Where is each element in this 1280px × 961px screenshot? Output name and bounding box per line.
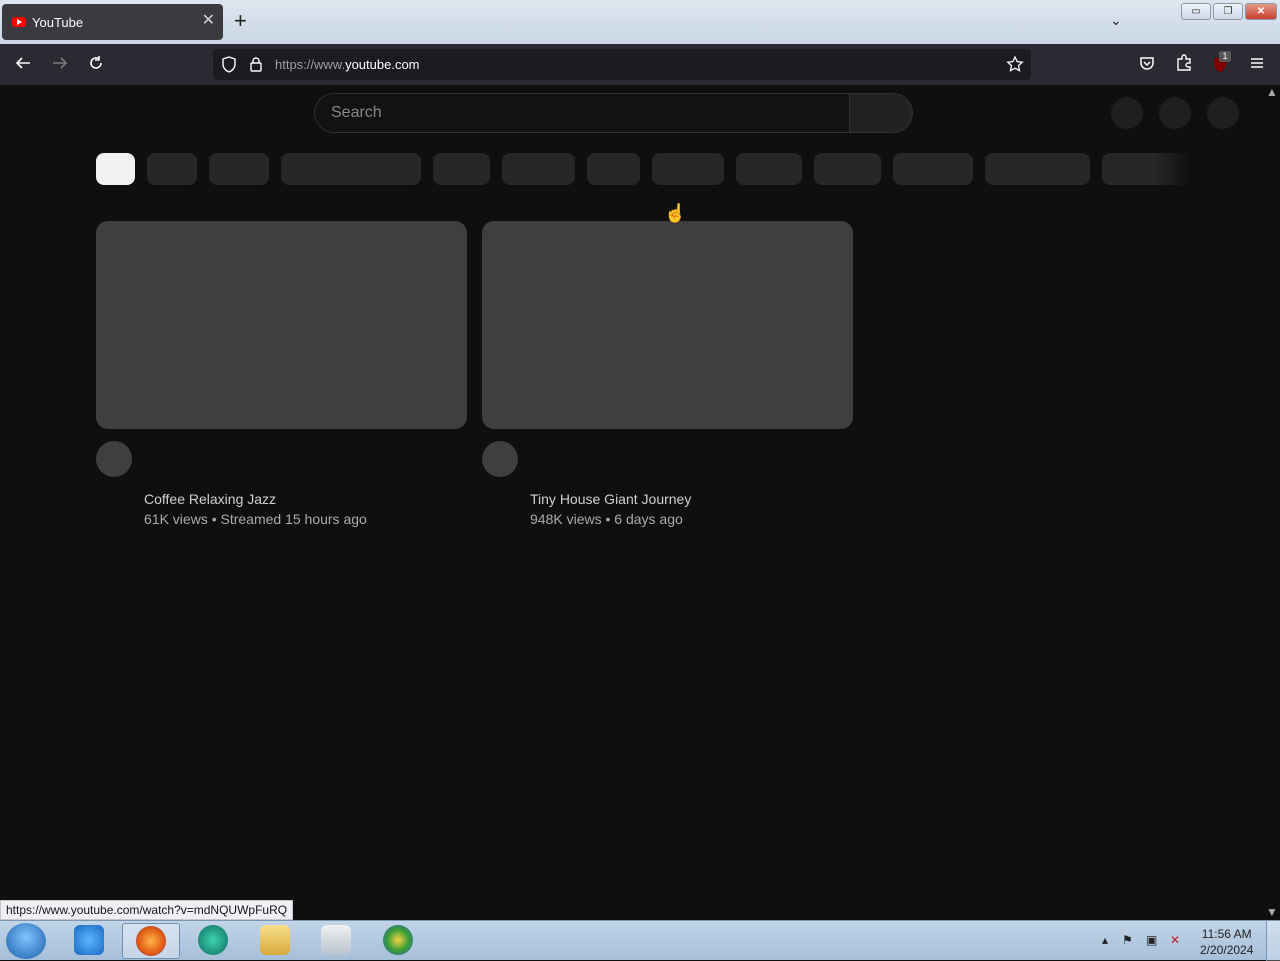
video-meta: 948K views • 6 days ago (530, 511, 683, 527)
close-window-button[interactable]: ✕ (1245, 3, 1277, 20)
link-status-bar: https://www.youtube.com/watch?v=mdNQUWpF… (0, 900, 294, 920)
url-domain: youtube.com (345, 57, 420, 72)
windows-media-center-icon[interactable] (383, 925, 413, 955)
url-text[interactable]: https://www.youtube.com (275, 57, 420, 72)
page-content: Search Coffee Relaxing Jazz 61K views • … (0, 85, 1280, 921)
minimize-button[interactable]: ▭ (1181, 3, 1211, 20)
url-bar[interactable]: https://www.youtube.com (213, 49, 1031, 80)
url-prefix: https://www. (275, 57, 346, 72)
firefox-icon (136, 926, 166, 956)
restore-button[interactable]: ❐ (1213, 3, 1243, 20)
chip[interactable] (652, 153, 724, 185)
volume-muted-icon[interactable]: ✕ (1170, 933, 1180, 947)
tab-close-icon[interactable]: ✕ (202, 13, 215, 29)
ublock-badge: 1 (1219, 51, 1231, 62)
account-avatar-placeholder[interactable] (1207, 97, 1239, 129)
star-icon[interactable] (1006, 55, 1024, 78)
video-title[interactable]: Tiny House Giant Journey (530, 491, 691, 507)
scroll-down-arrow-icon[interactable]: ▼ (1266, 905, 1278, 919)
tab-youtube[interactable]: YouTube ✕ (2, 4, 223, 40)
channel-avatar[interactable] (96, 441, 132, 477)
video-meta: 61K views • Streamed 15 hours ago (144, 511, 367, 527)
action-center-flag-icon[interactable]: ⚑ (1122, 933, 1133, 947)
puzzle-icon[interactable] (1175, 54, 1193, 76)
chip[interactable] (587, 153, 640, 185)
clock-time: 11:56 AM (1201, 927, 1252, 941)
start-button-windows-logo-icon[interactable] (6, 923, 46, 959)
video-title[interactable]: Coffee Relaxing Jazz (144, 491, 276, 507)
show-desktop-button[interactable] (1266, 921, 1280, 961)
chip[interactable] (147, 153, 197, 185)
create-button-placeholder[interactable] (1111, 97, 1143, 129)
chip[interactable] (209, 153, 269, 185)
pocket-icon[interactable] (1138, 54, 1156, 76)
internet-explorer-icon[interactable] (74, 925, 104, 955)
chip-all[interactable] (96, 153, 135, 185)
windows-taskbar: ▴ ⚑ ▣ ✕ 11:56 AM 2/20/2024 (0, 920, 1280, 961)
file-explorer-icon[interactable] (260, 925, 290, 955)
tracking-shield-icon[interactable] (221, 56, 237, 78)
lock-icon[interactable] (249, 56, 263, 78)
clock-date: 2/20/2024 (1200, 943, 1254, 957)
video-thumbnail[interactable] (96, 221, 467, 429)
hamburger-icon[interactable] (1248, 54, 1266, 76)
youtube-favicon-icon (12, 17, 26, 27)
chip[interactable] (893, 153, 973, 185)
back-arrow-icon[interactable] (14, 54, 32, 76)
new-tab-button[interactable]: + (234, 9, 247, 33)
video-thumbnail[interactable] (482, 221, 853, 429)
hand-cursor-icon: ☝ (664, 203, 687, 223)
reload-icon[interactable] (87, 54, 105, 76)
chat-app-icon[interactable] (198, 925, 228, 955)
chip[interactable] (281, 153, 421, 185)
scroll-up-arrow-icon[interactable]: ▲ (1266, 85, 1278, 99)
browser-titlebar: YouTube ✕ + ⌄ ▭ ❐ ✕ (0, 0, 1280, 44)
taskbar-clock[interactable]: 11:56 AM 2/20/2024 (1200, 926, 1253, 958)
channel-avatar[interactable] (482, 441, 518, 477)
search-button[interactable] (849, 93, 913, 133)
chip[interactable] (985, 153, 1090, 185)
forward-arrow-icon[interactable] (51, 54, 69, 76)
chip[interactable] (736, 153, 802, 185)
show-hidden-icons-arrow-icon[interactable]: ▴ (1102, 933, 1108, 947)
tab-list-chevron-icon[interactable]: ⌄ (1110, 12, 1122, 29)
chip[interactable] (814, 153, 881, 185)
tab-title: YouTube (32, 14, 84, 30)
firefox-taskbar-button[interactable] (122, 923, 180, 959)
chip[interactable] (502, 153, 575, 185)
chip[interactable] (1102, 153, 1190, 185)
media-player-icon[interactable] (321, 925, 351, 955)
search-input[interactable]: Search (314, 93, 850, 133)
chip[interactable] (433, 153, 490, 185)
network-icon[interactable]: ▣ (1146, 933, 1157, 947)
notifications-button-placeholder[interactable] (1159, 97, 1191, 129)
